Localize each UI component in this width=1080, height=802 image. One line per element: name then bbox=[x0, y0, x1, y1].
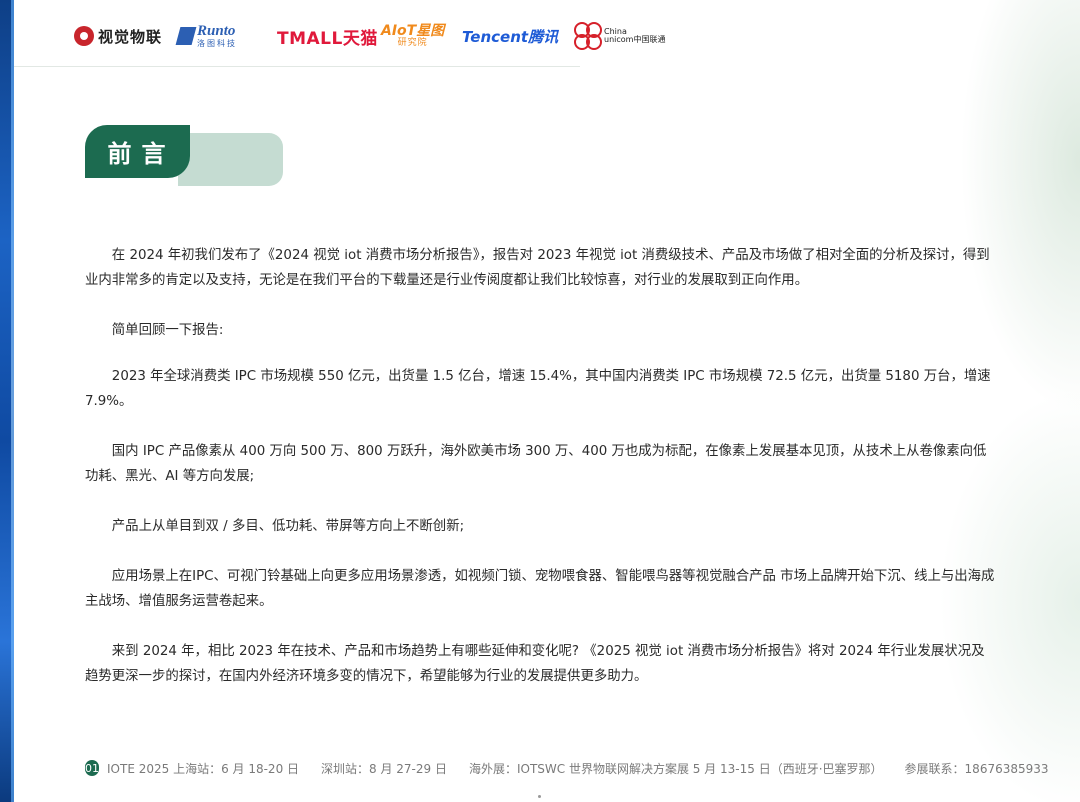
paragraph-market-size: 2023 年全球消费类 IPC 市场规模 550 亿元，出货量 1.5 亿台，增… bbox=[85, 369, 991, 409]
left-decorative-strip bbox=[0, 0, 14, 802]
section-title: 前言 bbox=[85, 125, 190, 178]
paragraph-application-trend: 应用场景上在IPC、可视门铃基础上向更多应用场景渗透，如视频门锁、宠物喂食器、智… bbox=[85, 569, 995, 609]
runto-logo-cn: 洛图科技 bbox=[197, 39, 237, 48]
bottom-dot bbox=[538, 795, 541, 798]
preface-body: 在 2024 年初我们发布了《2024 视觉 iot 消费市场分析报告》，报告对… bbox=[85, 243, 997, 714]
unicom-logo-bottom: unicom中国联通 bbox=[604, 35, 666, 44]
paragraph-recap-heading: 简单回顾一下报告: bbox=[111, 323, 224, 338]
shijue-logo-text: 视觉物联 bbox=[98, 27, 163, 46]
tencent-logo: Tencent腾讯 bbox=[462, 27, 559, 46]
shijue-logo: 视觉物联 bbox=[74, 22, 162, 50]
aiot-logo: AIoT星图 研究院 bbox=[381, 22, 444, 50]
page-number-badge: 01 bbox=[85, 760, 99, 776]
unicom-logo: China unicom中国联通 bbox=[574, 22, 665, 50]
page-footer: 01 IOTE 2025 上海站：6 月 18-20 日 深圳站：8 月 27-… bbox=[85, 758, 1049, 778]
paragraph-product-trend: 产品上从单目到双 / 多目、低功耗、带屏等方向上不断创新; bbox=[111, 519, 465, 534]
runto-logo-icon bbox=[175, 27, 197, 45]
aiot-logo-bottom: 研究院 bbox=[397, 37, 428, 48]
paragraph-pixel-trend: 国内 IPC 产品像素从 400 万向 500 万、800 万跃升，海外欧美市场… bbox=[85, 444, 987, 484]
paragraph-outlook: 来到 2024 年，相比 2023 年在技术、产品和市场趋势上有哪些延伸和变化呢… bbox=[85, 644, 985, 684]
unicom-knot-icon bbox=[574, 22, 602, 50]
aiot-logo-top: AIoT星图 bbox=[381, 22, 445, 39]
tmall-logo: TMALL天猫 bbox=[277, 28, 378, 49]
footer-shanghai-event: IOTE 2025 上海站：6 月 18-20 日 bbox=[107, 761, 300, 776]
runto-logo: Runto 洛图科技 bbox=[175, 22, 237, 50]
runto-logo-en: Runto bbox=[197, 23, 236, 39]
paragraph-intro: 在 2024 年初我们发布了《2024 视觉 iot 消费市场分析报告》，报告对… bbox=[85, 248, 990, 288]
footer-overseas-event: 海外展：IOTSWC 世界物联网解决方案展 5 月 13-15 日（西班牙·巴塞… bbox=[468, 761, 883, 776]
footer-contact: 参展联系：18676385933 bbox=[904, 761, 1049, 776]
shijue-logo-icon bbox=[74, 26, 94, 46]
footer-shenzhen-event: 深圳站：8 月 27-29 日 bbox=[321, 761, 447, 776]
section-title-backdrop bbox=[178, 133, 283, 186]
